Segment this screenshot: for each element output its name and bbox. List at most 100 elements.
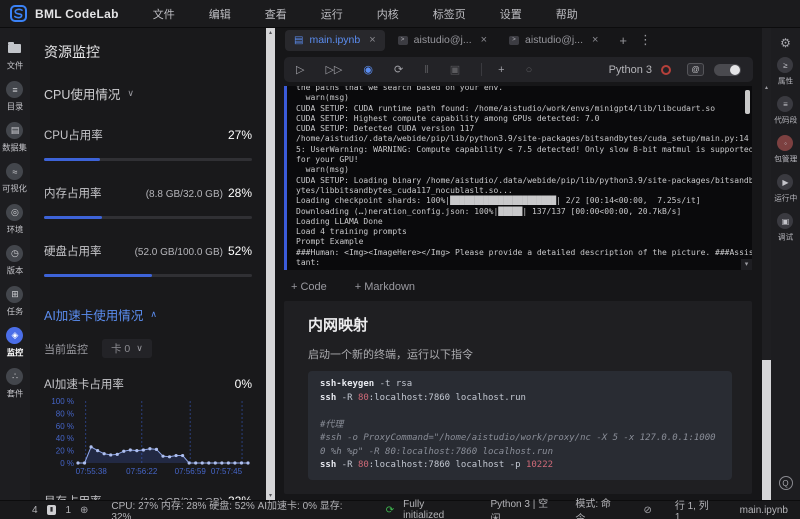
kernel-status[interactable]: Python 3 | 空闲 — [490, 495, 557, 519]
bml-logo-icon — [10, 5, 27, 22]
menu-item[interactable]: 编辑 — [209, 6, 231, 22]
run-icon[interactable]: ▷ — [296, 63, 304, 76]
sidebar-item-目录[interactable]: ≡ 目录 — [6, 81, 24, 113]
terminal-count[interactable]: 4 — [32, 505, 38, 516]
run-selected-icon[interactable]: ◉ — [363, 63, 373, 76]
save-icon[interactable]: ▣ — [450, 63, 460, 76]
editor-tab[interactable]: > aistudio@j... × — [500, 30, 607, 51]
active-filename: main.ipynb — [739, 504, 788, 516]
run-all-icon[interactable]: ▷▷ — [325, 63, 342, 76]
sidebar-item-数据集[interactable]: ▤ 数据集 — [1, 122, 28, 154]
console-line: CUDA SETUP: Highest compute capability a… — [296, 113, 600, 123]
add-code-button[interactable]: Code — [291, 281, 326, 293]
metric-row: 内存占用率 (8.8 GB/32.0 GB) 28% — [44, 185, 252, 201]
restart-kernel-icon[interactable]: ⟳ — [394, 63, 403, 76]
console-line: warn(msg) — [296, 165, 349, 175]
close-icon[interactable]: × — [592, 34, 598, 46]
svg-text:07:56:59: 07:56:59 — [175, 467, 207, 476]
kernel-count[interactable]: 1 — [65, 505, 71, 516]
mode-indicator[interactable]: 模式: 命令 — [575, 495, 620, 519]
panel-scrollbar[interactable]: ▴ ▾ — [266, 28, 275, 500]
sidebar-item-label: 套件 — [6, 389, 24, 399]
kernel-name-label[interactable]: Python 3 — [609, 64, 652, 76]
right-rail-item-调试[interactable]: ▣ 调试 — [777, 213, 794, 243]
sidebar-item-label: 任务 — [6, 307, 24, 317]
notifications-off-icon[interactable]: ⊘ — [643, 505, 651, 516]
progress-bar-fill — [44, 158, 101, 161]
console-line: tant: — [296, 258, 321, 268]
kernel-target-icon: ⊕ — [80, 504, 89, 516]
cursor-position[interactable]: 行 1, 列 1 — [675, 497, 717, 519]
left-activity-rail: 文件 ≡ 目录 ▤ 数据集 ≈ 可视化 ◎ 环境 ◷ 版本 ⊞ 任务 ◈ 监控 ∴ 套件 — [0, 28, 30, 500]
console-line: for your GPU! — [296, 155, 359, 165]
status-bar: 4 ▮ 1 ⊕ CPU: 27% 内存: 28% 硬盘: 52% AI加速卡: … — [0, 497, 800, 519]
markdown-cell[interactable]: 内网映射 启动一个新的终端，运行以下指令 ssh-keygen -t rsa ss… — [284, 301, 752, 494]
help-search-icon[interactable]: Q — [778, 476, 793, 490]
toolbar-divider — [481, 63, 483, 76]
sidebar-item-监控[interactable]: ◈ 监控 — [6, 327, 24, 359]
sidebar-item-版本[interactable]: ◷ 版本 — [6, 245, 24, 277]
suite-icon: ∴ — [6, 368, 24, 385]
menu-item[interactable]: 文件 — [153, 6, 175, 22]
markdown-code-block: ssh-keygen -t rsa ssh -R 80:localhost:786… — [308, 371, 732, 480]
stop-icon[interactable]: ○ — [526, 64, 533, 76]
scroll-up-icon[interactable]: ▴ — [762, 84, 771, 91]
right-rail-item-label: 运行中 — [774, 193, 797, 203]
gpu-card-select[interactable]: 卡 0 ∨ — [102, 339, 152, 358]
gpu-section-header[interactable]: AI加速卡使用情况 ∧ — [44, 305, 252, 324]
right-rail-item-包管理[interactable]: ◦ 包管理 — [773, 135, 799, 165]
metric-CPU占用率: CPU占用率 27% — [44, 127, 252, 161]
menu-item[interactable]: 查看 — [265, 6, 287, 22]
init-status: Fully initialized — [403, 499, 445, 519]
close-icon[interactable]: × — [369, 34, 375, 46]
initialized-icon: ⟳ — [385, 504, 395, 516]
right-rail-item-运行中[interactable]: ▶ 运行中 — [773, 174, 799, 204]
console-line: Load 4 training prompts — [296, 227, 407, 237]
console-scrollbar[interactable] — [745, 90, 750, 114]
interrupt-icon[interactable]: ‖ — [424, 64, 429, 76]
code-line: #ssh -o ProxyCommand="/home/aistudio/wor… — [320, 433, 716, 457]
menu-item[interactable]: 帮助 — [556, 6, 578, 22]
gpu-usage-chart: 100 % 80 % 60 % 40 % 20 % 0 % 07:55:38 07:56:22… — [44, 396, 252, 485]
notebook-scrollbar-thumb[interactable] — [762, 360, 771, 500]
sidebar-item-套件[interactable]: ∴ 套件 — [6, 368, 24, 400]
console-line: 5: UserWarning: WARNING: Compute capabil… — [296, 144, 752, 154]
tab-menu-icon[interactable]: ⋮ — [639, 32, 652, 48]
menu-item[interactable]: 设置 — [500, 6, 522, 22]
sidebar-item-文件[interactable]: 文件 — [6, 40, 24, 72]
menu-item[interactable]: 内核 — [377, 6, 399, 22]
sidebar-item-环境[interactable]: ◎ 环境 — [6, 204, 24, 236]
console-line: Loading checkpoint shards: 100%|████████… — [296, 196, 701, 206]
running-icon: ▶ — [777, 174, 794, 190]
settings-gears-icon[interactable]: ⚙ — [780, 36, 791, 50]
console-line: the paths that we search based on your e… — [296, 86, 504, 92]
menu-items: 文件 编辑 查看 运行 内核 标签页 设置 帮助 — [153, 6, 578, 22]
svg-text:40 %: 40 % — [56, 434, 74, 443]
editor-tab[interactable]: ▤ main.ipynb × — [285, 29, 385, 51]
close-icon[interactable]: × — [481, 34, 487, 46]
at-badge-icon[interactable]: @ — [687, 63, 704, 76]
sidebar-item-可视化[interactable]: ≈ 可视化 — [1, 163, 28, 195]
add-cell-icon[interactable]: + — [498, 64, 504, 76]
metric-row: CPU占用率 27% — [44, 127, 252, 143]
menu-item[interactable]: 运行 — [321, 6, 343, 22]
right-rail-item-代码段[interactable]: ≡ 代码段 — [773, 96, 799, 126]
cpu-section-header[interactable]: CPU使用情况 ∨ — [44, 84, 252, 103]
sidebar-item-label: 版本 — [6, 266, 24, 276]
notebook-scrollbar[interactable]: ▴ — [762, 28, 771, 500]
dataset-icon: ▤ — [6, 122, 24, 139]
scroll-up-icon[interactable]: ▴ — [266, 29, 275, 36]
scroll-down-icon[interactable]: ▾ — [741, 259, 752, 270]
console-output-cell[interactable]: the paths that we search based on your e… — [284, 86, 752, 270]
toggle-switch[interactable] — [714, 63, 741, 76]
code-line: #代理 — [320, 419, 344, 430]
right-rail-item-属性[interactable]: ≥ 属性 — [777, 57, 794, 87]
console-icon: > — [397, 35, 408, 45]
menu-item[interactable]: 标签页 — [433, 6, 466, 22]
menu-bar: BML CodeLab 文件 编辑 查看 运行 内核 标签页 设置 帮助 — [0, 0, 800, 28]
add-markdown-button[interactable]: Markdown — [355, 281, 415, 293]
svg-text:07:56:22: 07:56:22 — [126, 467, 158, 476]
sidebar-item-任务[interactable]: ⊞ 任务 — [6, 286, 24, 318]
new-tab-button[interactable]: + — [619, 33, 627, 48]
editor-tab[interactable]: > aistudio@j... × — [389, 30, 496, 51]
